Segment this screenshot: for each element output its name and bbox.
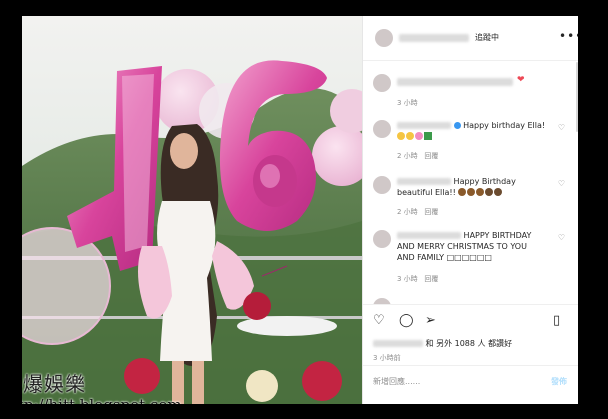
like-comment-heart-icon[interactable]: ♡ <box>558 179 565 188</box>
party-hat-emoji-icon <box>476 188 485 196</box>
verified-badge-icon <box>453 122 461 129</box>
roses <box>243 292 271 320</box>
post-actions: ♡ ◯ ➢ ▯ 和 另外 1088 人 都讚好 3 小時前 新增回應......… <box>363 304 578 404</box>
comment-bubble-icon[interactable]: ◯ <box>399 313 414 328</box>
commenter-avatar[interactable] <box>373 230 391 248</box>
comment-meta: 3 小時 回覆 <box>397 274 438 284</box>
likes-count-text: 和 另外 1088 人 都讚好 <box>425 339 513 348</box>
comment-time: 2 小時 <box>397 208 418 216</box>
cake-emoji-icon <box>494 188 503 196</box>
commenter-name-blurred[interactable] <box>397 178 451 185</box>
post-header: 追蹤中 ••• <box>363 16 578 61</box>
gift-emoji-icon <box>415 132 423 140</box>
caption-text-blurred <box>397 78 513 86</box>
comment-meta: 2 小時 回覆 <box>397 207 438 217</box>
share-send-icon[interactable]: ➢ <box>425 313 436 328</box>
comment-text: Happy birthday Ella! <box>463 121 546 130</box>
smile-emoji-icon <box>397 132 405 140</box>
smile-emoji-icon <box>406 132 414 140</box>
tree-emoji-icon <box>424 132 432 140</box>
party-hat-emoji-icon <box>458 188 467 196</box>
commenter-name-blurred[interactable] <box>397 122 451 129</box>
comment-body: Happy Birthday beautiful Ella!! <box>397 176 547 198</box>
liker-name-blurred[interactable] <box>373 340 423 347</box>
like-comment-heart-icon[interactable]: ♡ <box>558 123 565 132</box>
reply-button[interactable]: 回覆 <box>424 152 438 160</box>
save-bookmark-icon[interactable]: ▯ <box>553 313 560 328</box>
following-button[interactable]: 追蹤中 <box>475 32 499 43</box>
reply-button[interactable]: 回覆 <box>424 275 438 283</box>
like-heart-icon[interactable]: ♡ <box>373 313 385 328</box>
watermark-url: http://hitt.blogspot.com <box>22 396 182 404</box>
likes-summary[interactable]: 和 另外 1088 人 都讚好 <box>373 338 512 349</box>
add-comment-bar: 新增回應...... 發佈 <box>363 365 578 394</box>
comment-time: 3 小時 <box>397 275 418 283</box>
reply-button[interactable]: 回覆 <box>424 208 438 216</box>
comment-body: HAPPY BIRTHDAY AND MERRY CHRISTMAS TO YO… <box>397 230 547 263</box>
post-modal: 熱爆娛樂 http://hitt.blogspot.com 追蹤中 ••• ❤ … <box>22 16 578 404</box>
comment-body: Happy birthday Ella! <box>397 120 547 142</box>
commenter-avatar[interactable] <box>373 176 391 194</box>
post-photo[interactable]: 熱爆娛樂 http://hitt.blogspot.com <box>22 16 362 404</box>
commenter-avatar[interactable] <box>373 120 391 138</box>
caption-time: 3 小時 <box>397 99 418 107</box>
red-heart-emoji: ❤ <box>517 75 525 85</box>
comments-scrollbar[interactable] <box>576 62 578 132</box>
party-hat-emoji-icon <box>467 188 476 196</box>
watermark-text: 熱爆娛樂 <box>22 372 86 396</box>
add-comment-input[interactable]: 新增回應...... <box>373 376 420 387</box>
post-date: 3 小時前 <box>373 354 401 362</box>
author-username-blurred[interactable] <box>399 34 469 42</box>
more-options-icon[interactable]: ••• <box>559 29 578 43</box>
commenter-name-blurred[interactable] <box>397 232 461 239</box>
post-button[interactable]: 發佈 <box>551 376 567 387</box>
comment-time: 2 小時 <box>397 152 418 160</box>
photo-illustration <box>22 16 362 404</box>
cake-emoji-icon <box>485 188 494 196</box>
post-side-panel: 追蹤中 ••• ❤ 3 小時 Happy birthday Ella! 2 小時… <box>362 16 578 404</box>
like-comment-heart-icon[interactable]: ♡ <box>558 233 565 242</box>
caption-avatar[interactable] <box>373 74 391 92</box>
face <box>170 133 198 169</box>
author-avatar[interactable] <box>375 29 393 47</box>
comment-meta: 2 小時 回覆 <box>397 151 438 161</box>
